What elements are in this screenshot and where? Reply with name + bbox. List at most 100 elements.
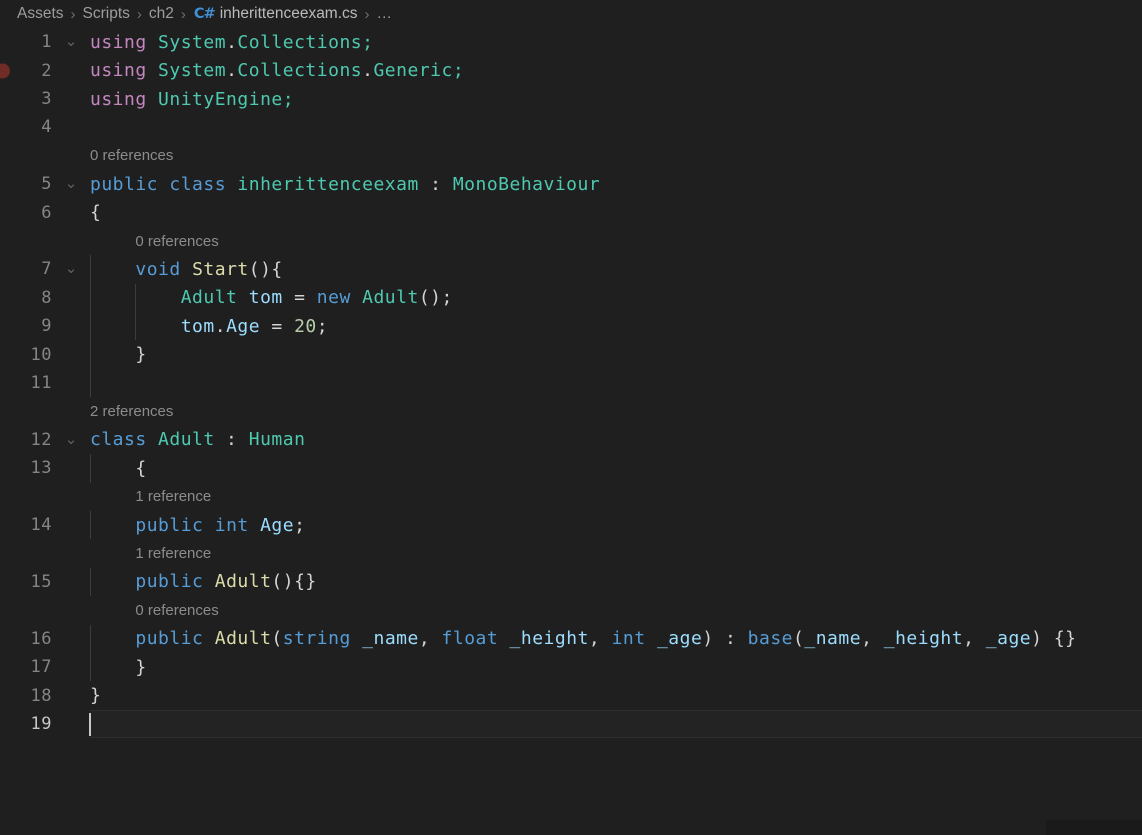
gutter[interactable]: 6 bbox=[0, 198, 90, 226]
gutter[interactable]: 18 bbox=[0, 681, 90, 709]
fold-chevron-icon[interactable]: ⌄ bbox=[52, 255, 90, 283]
code-row: 18} bbox=[0, 681, 1142, 709]
breadcrumb-item[interactable]: ch2 bbox=[149, 5, 174, 23]
gutter[interactable]: 5 ⌄ bbox=[0, 170, 90, 198]
code-text: } bbox=[90, 344, 147, 366]
breadcrumb-separator-icon: › bbox=[136, 5, 142, 23]
codelens[interactable]: 1 reference bbox=[90, 539, 1142, 567]
code-line[interactable]: public Adult(string _name, float _height… bbox=[90, 624, 1142, 653]
codelens[interactable]: 0 references bbox=[90, 227, 1142, 255]
gutter[interactable] bbox=[0, 227, 90, 255]
code-line[interactable]: using System.Collections; bbox=[90, 28, 1142, 56]
codelens[interactable]: 1 reference bbox=[90, 483, 1142, 511]
breadcrumb-item[interactable]: inherittenceexam.cs bbox=[220, 5, 358, 23]
breadcrumb-item[interactable]: Scripts bbox=[83, 5, 130, 23]
breadcrumb: Assets › Scripts › ch2 › C# inherittenceexam.cs… bbox=[0, 0, 1142, 28]
code-line[interactable]: public Adult(){} bbox=[90, 567, 1142, 597]
code-line[interactable]: using UnityEngine; bbox=[90, 85, 1142, 113]
line-number[interactable]: 17 bbox=[0, 657, 52, 677]
code-line[interactable] bbox=[90, 368, 1142, 398]
code-line[interactable] bbox=[90, 113, 1142, 141]
line-number[interactable]: 12 bbox=[0, 430, 52, 450]
gutter[interactable] bbox=[0, 397, 90, 425]
gutter[interactable]: 13 bbox=[0, 454, 90, 482]
breadcrumb-item[interactable]: Assets bbox=[17, 5, 64, 23]
codelens-link[interactable]: 2 references bbox=[90, 403, 173, 420]
corner-shade bbox=[1046, 820, 1142, 835]
gutter[interactable] bbox=[0, 142, 90, 170]
code-row: 12 ⌄ class Adult : Human bbox=[0, 426, 1142, 454]
gutter[interactable]: 10 bbox=[0, 340, 90, 368]
gutter[interactable] bbox=[0, 483, 90, 511]
code-row: 19 bbox=[0, 709, 1142, 739]
gutter[interactable]: 15 bbox=[0, 568, 90, 596]
gutter[interactable]: 11 bbox=[0, 369, 90, 397]
gutter[interactable]: 8 bbox=[0, 284, 90, 312]
breadcrumb-item[interactable]: … bbox=[377, 5, 393, 23]
gutter[interactable]: 12 ⌄ bbox=[0, 426, 90, 454]
gutter[interactable] bbox=[0, 596, 90, 624]
gutter[interactable]: 4 bbox=[0, 113, 90, 141]
code-line[interactable]: { bbox=[90, 198, 1142, 226]
line-number[interactable]: 4 bbox=[0, 117, 52, 137]
codelens-link[interactable]: 1 reference bbox=[135, 545, 211, 562]
code-line[interactable]: void Start(){ bbox=[90, 255, 1142, 284]
code-row: 1 ⌄ using System.Collections; bbox=[0, 28, 1142, 56]
fold-chevron-icon[interactable]: ⌄ bbox=[52, 170, 90, 198]
codelens[interactable]: 2 references bbox=[90, 397, 1142, 425]
gutter[interactable]: 19 bbox=[0, 710, 90, 738]
gutter[interactable]: 2 bbox=[0, 56, 90, 84]
line-number[interactable]: 19 bbox=[0, 714, 52, 734]
line-number[interactable]: 14 bbox=[0, 515, 52, 535]
text-cursor bbox=[89, 712, 91, 736]
line-number[interactable]: 8 bbox=[0, 288, 52, 308]
codelens-link[interactable]: 0 references bbox=[90, 147, 173, 164]
gutter[interactable]: 14 bbox=[0, 511, 90, 539]
code-line[interactable]: public class inherittenceexam : MonoBeha… bbox=[90, 170, 1142, 198]
codelens-row: 0 references bbox=[0, 596, 1142, 624]
gutter[interactable] bbox=[0, 539, 90, 567]
gutter[interactable]: 9 bbox=[0, 312, 90, 340]
gutter[interactable]: 17 bbox=[0, 653, 90, 681]
codelens-link[interactable]: 1 reference bbox=[135, 488, 211, 505]
code-line[interactable]: } bbox=[90, 652, 1142, 682]
code-text: using UnityEngine; bbox=[90, 88, 295, 110]
line-number[interactable]: 9 bbox=[0, 316, 52, 336]
codelens-row: 1 reference bbox=[0, 483, 1142, 511]
line-number[interactable]: 3 bbox=[0, 89, 52, 109]
codelens[interactable]: 0 references bbox=[90, 596, 1142, 624]
codelens-link[interactable]: 0 references bbox=[135, 233, 218, 250]
code-line[interactable]: tom.Age = 20; bbox=[90, 312, 1142, 341]
editor-rows: 1 ⌄ using System.Collections; 2 using System… bbox=[0, 28, 1142, 739]
code-line[interactable]: public int Age; bbox=[90, 510, 1142, 540]
line-number[interactable]: 5 bbox=[0, 174, 52, 194]
code-line[interactable]: Adult tom = new Adult(); bbox=[90, 283, 1142, 313]
code-line[interactable]: } bbox=[90, 681, 1142, 709]
gutter[interactable]: 7 ⌄ bbox=[0, 255, 90, 283]
codelens[interactable]: 0 references bbox=[90, 142, 1142, 170]
codelens-link[interactable]: 0 references bbox=[135, 602, 218, 619]
code-line[interactable]: { bbox=[90, 454, 1142, 483]
line-number[interactable]: 1 bbox=[0, 32, 52, 52]
line-number[interactable]: 11 bbox=[0, 373, 52, 393]
code-line[interactable]: } bbox=[90, 340, 1142, 369]
codelens-row: 2 references bbox=[0, 397, 1142, 425]
line-number[interactable]: 13 bbox=[0, 458, 52, 478]
fold-chevron-icon[interactable]: ⌄ bbox=[52, 426, 90, 454]
line-number[interactable]: 16 bbox=[0, 629, 52, 649]
fold-chevron-icon[interactable]: ⌄ bbox=[52, 28, 90, 56]
gutter[interactable]: 1 ⌄ bbox=[0, 28, 90, 56]
code-text: using System.Collections; bbox=[90, 31, 374, 53]
line-number[interactable]: 10 bbox=[0, 345, 52, 365]
code-line[interactable] bbox=[89, 709, 1142, 739]
gutter[interactable]: 16 bbox=[0, 625, 90, 653]
code-row: 17 } bbox=[0, 652, 1142, 682]
code-line[interactable]: using System.Collections.Generic; bbox=[90, 56, 1142, 84]
code-line[interactable]: class Adult : Human bbox=[90, 426, 1142, 454]
line-number[interactable]: 6 bbox=[0, 203, 52, 223]
line-number[interactable]: 7 bbox=[0, 259, 52, 279]
gutter[interactable]: 3 bbox=[0, 85, 90, 113]
line-number[interactable]: 15 bbox=[0, 572, 52, 592]
codelens-row: 1 reference bbox=[0, 539, 1142, 567]
line-number[interactable]: 18 bbox=[0, 686, 52, 706]
